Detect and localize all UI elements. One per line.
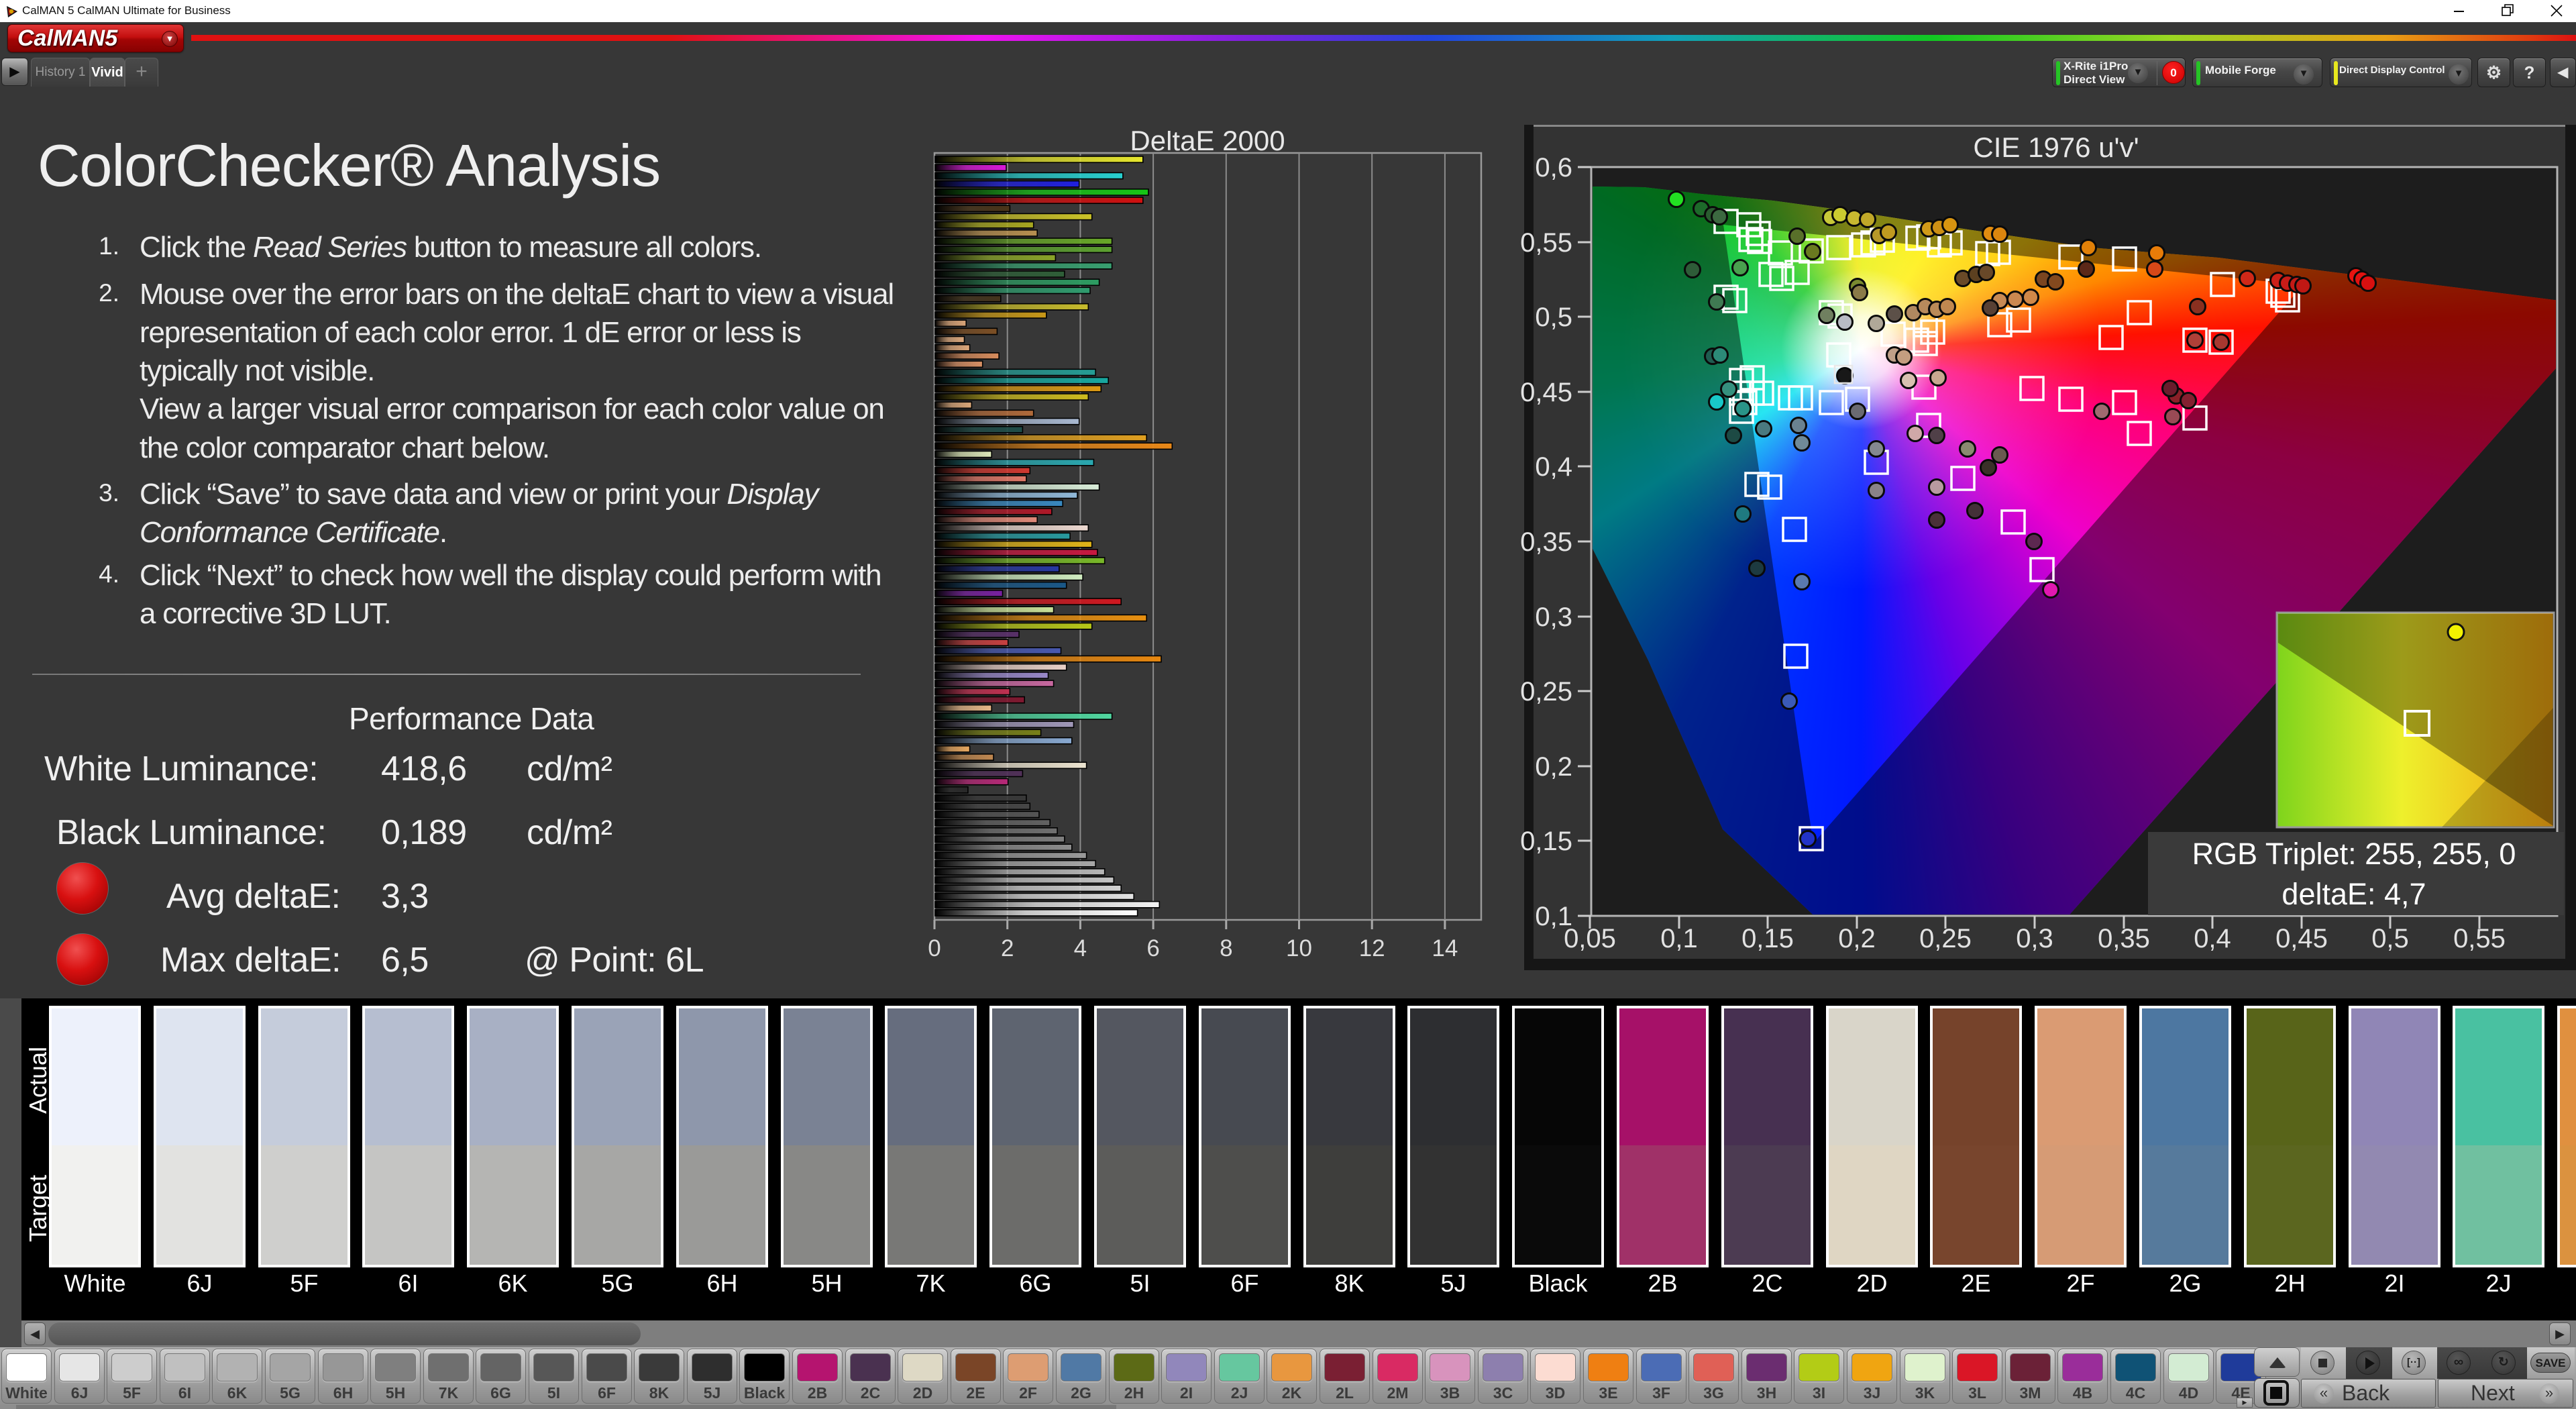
svg-text:0,4: 0,4 <box>1535 452 1572 482</box>
svg-text:0,4: 0,4 <box>2194 924 2231 953</box>
svg-text:0,15: 0,15 <box>1520 827 1572 856</box>
svg-text:0,45: 0,45 <box>1520 378 1572 407</box>
svg-text:0,15: 0,15 <box>1741 924 1794 953</box>
svg-text:0,45: 0,45 <box>2275 924 2328 953</box>
svg-text:0: 0 <box>928 935 941 961</box>
svg-text:0,3: 0,3 <box>2016 924 2053 953</box>
svg-text:0,25: 0,25 <box>1919 924 1972 953</box>
svg-text:RGB Triplet: 255, 255, 0: RGB Triplet: 255, 255, 0 <box>2192 837 2516 871</box>
svg-text:10: 10 <box>1286 935 1312 961</box>
svg-text:deltaE: 4,7: deltaE: 4,7 <box>2282 877 2426 911</box>
svg-text:6: 6 <box>1146 935 1159 961</box>
svg-text:0,6: 0,6 <box>1535 153 1572 182</box>
svg-text:8: 8 <box>1220 935 1232 961</box>
svg-text:0,1: 0,1 <box>1660 924 1698 953</box>
svg-text:4: 4 <box>1074 935 1087 961</box>
svg-text:0,2: 0,2 <box>1535 752 1572 782</box>
svg-text:0,05: 0,05 <box>1564 924 1616 953</box>
svg-text:0,5: 0,5 <box>1535 303 1572 332</box>
svg-text:0,55: 0,55 <box>2453 924 2506 953</box>
svg-text:0,35: 0,35 <box>1520 527 1572 557</box>
svg-text:0,5: 0,5 <box>2371 924 2409 953</box>
svg-text:0,35: 0,35 <box>2098 924 2150 953</box>
svg-text:0,55: 0,55 <box>1520 228 1572 258</box>
svg-text:12: 12 <box>1359 935 1385 961</box>
svg-text:CIE 1976 u'v': CIE 1976 u'v' <box>1973 132 2139 163</box>
svg-text:14: 14 <box>1432 935 1458 961</box>
svg-text:0,25: 0,25 <box>1520 677 1572 707</box>
svg-text:0,3: 0,3 <box>1535 603 1572 632</box>
svg-text:2: 2 <box>1001 935 1014 961</box>
svg-text:0,2: 0,2 <box>1838 924 1876 953</box>
